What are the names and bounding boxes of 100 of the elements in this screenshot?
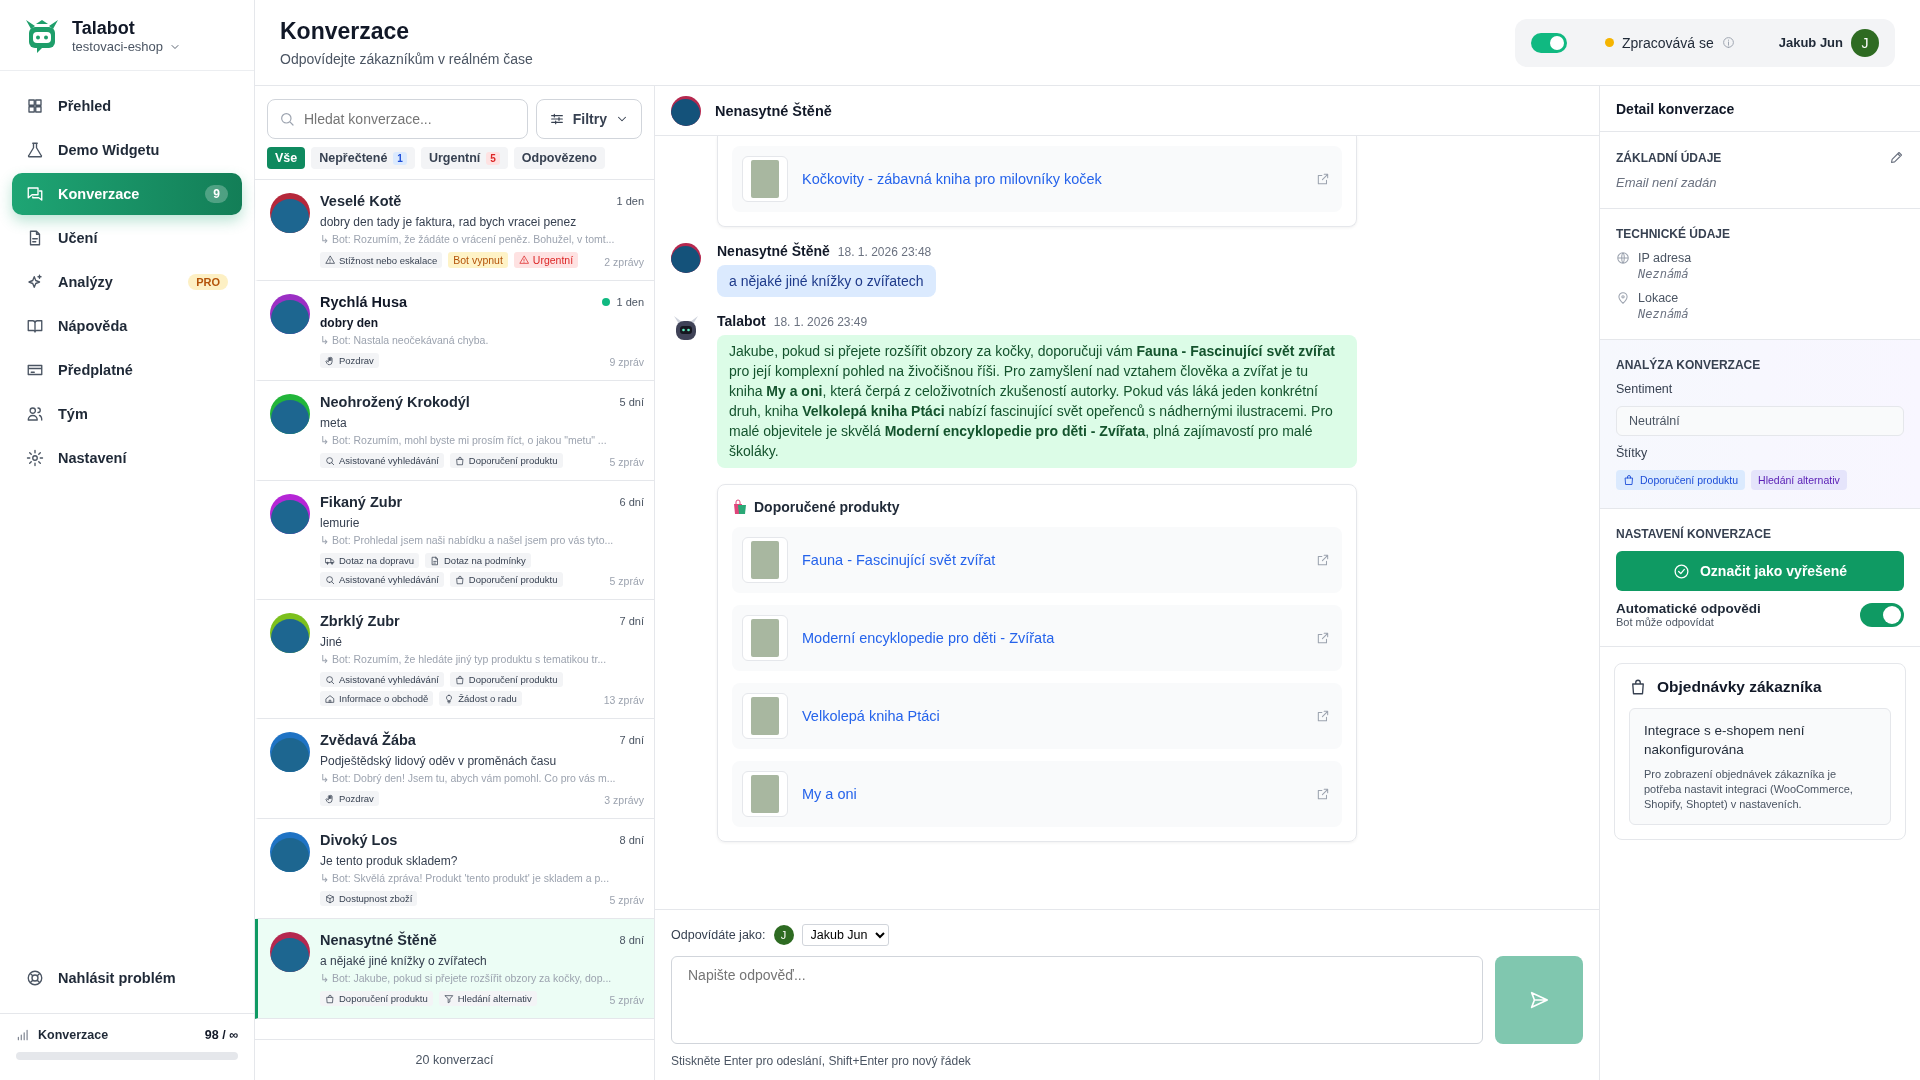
bot-message: Jakube, pokud si přejete rozšířit obzory za kočky, doporučuji vám Fauna - Fascinující svět zvířat pro její komplexní pohled na živočišnou říši. Pro zamyšlení nad vztahem člověka a zvířat je tu kniha My a oni, která čerpá z celoživotních zkušeností autorky. Pokud vás láká jeden konkrétní druh, kniha Velkolepá kniha Ptáci nabízí fascinující svět opeřenců s nádhernými ilustracemi. Pro malé objevitele je skvělá Moderní encyklopedie pro děti - Zvířata, plná zajímavostí pro malé školáky. [717,335,1357,468]
tag: Dotaz na podmínky [425,553,531,568]
product-link[interactable]: Velkolepá kniha Ptáci [802,708,1302,724]
nav-item[interactable]: Demo Widgetu [12,129,242,171]
nav-item[interactable]: Nastavení [12,437,242,479]
nav-item[interactable]: Analýzy PRO [12,261,242,303]
section-heading: ANALÝZA KONVERZACE [1616,358,1761,372]
products-title: Doporučené produkty [754,499,900,515]
message-preview: a nějaké jiné knížky o zvířatech [320,954,488,968]
send-icon [1528,989,1550,1011]
filter-tab[interactable]: Nepřečtené 1 [311,147,415,169]
bot-reply-preview: ↳ Bot: Rozumím, že hledáte jiný typ produktu s tematikou tr... [320,653,608,665]
nav-item[interactable]: Nápověda [12,305,242,347]
message-count: 5 zpráv [609,894,644,906]
setting-description: Bot může odpovídat [1616,616,1715,628]
resolve-button[interactable]: Označit jako vyřešené [1616,551,1904,591]
chat-bubbles-icon [26,185,44,203]
field-value: Neznámá [1638,307,1689,321]
tag: Dostupnost zboží [320,891,418,906]
message-count: 13 zpráv [603,694,644,706]
status-dot [1604,38,1614,47]
reply-input[interactable]: Napište odpověď... [671,956,1483,1044]
shopping-bag-icon [1629,678,1647,696]
tag: Žádost o radu [439,691,522,706]
message-count: 2 zprávy [604,256,644,268]
field-label: IP adresa [1638,251,1692,265]
book-cover-placeholder [742,771,788,817]
edit-button[interactable] [1889,150,1904,165]
tag: Stížnost nebo eskalace [320,252,443,268]
search-icon [325,574,335,585]
truck-icon [325,555,335,566]
conversation-item[interactable]: Veselé Kotě 1 den dobry den tady je faktura, rad bych vracei penez ↳ Bot: Rozumím, že žádáte o vrácení peněz. Bohužel, v tomt... Stížnost nebo eskalace Bot vypnut Urgentní 2 zprávy [255,180,654,281]
settings-icon [26,449,44,467]
setting-label: Automatické odpovědi [1616,601,1761,616]
nav-item[interactable]: Konverzace 9 [12,173,242,215]
filter-icon [548,111,565,127]
conversation-time: 1 den [616,195,644,207]
tag: Doporučení produktu [1616,470,1746,490]
tag: Hledání alternativ [438,991,537,1006]
search-field[interactable]: Hledat konverzace... [267,99,528,139]
external-link-icon [1316,709,1330,723]
message-time: 18. 1. 2026 23:48 [837,245,932,259]
conversation-time: 5 dní [619,396,644,408]
bot-reply-preview: ↳ Bot: Rozumím, mohl byste mi prosím říct, o jakou "metu" ... [320,434,608,446]
book-cover-placeholder [742,537,788,583]
conversation-item[interactable]: Neohrožený Krokodýl 5 dní meta ↳ Bot: Rozumím, mohl byste mi prosím říct, o jakou "metu" ... Asistované vyhledávání Doporučení produktu 5 zpráv [255,381,654,481]
shopping-bag-icon [454,674,465,685]
customer-name: Neohrožený Krokodýl [320,394,471,410]
message-count: 5 zpráv [609,575,644,587]
message-author: Talabot [717,313,766,329]
filter-tab[interactable]: Vše [267,147,306,169]
count-badge: 9 [205,185,228,203]
conversation-item[interactable]: Rychlá Husa 1 den dobry den ↳ Bot: Nastala neočekávaná chyba. Pozdrav 9 zpráv [255,281,654,381]
nav-item[interactable]: Učení [12,217,242,259]
bot-reply-preview: ↳ Bot: Prohledal jsem naši nabídku a našel jsem pro vás tyto... [320,534,615,546]
funnel-icon [443,993,454,1004]
external-link-icon [1316,172,1330,186]
report-problem-link[interactable]: Nahlásit problém [12,957,242,999]
workspace-switcher[interactable]: testovaci-eshop [72,39,182,54]
sparkle-icon [26,273,44,291]
product-link[interactable]: My a oni [802,786,1302,802]
external-link-icon [1316,631,1330,645]
chat-customer-name: Nenasytné Štěně [715,102,832,119]
nav-item[interactable]: Předplatné [12,349,242,391]
conversation-item[interactable]: Nenasytné Štěně 8 dní a nějaké jiné knížky o zvířatech ↳ Bot: Jakube, pokud si přejete rozšířit obzory za kočky, dop... Doporučení produktu Hledání alternativ 5 zpráv [255,919,654,1019]
filter-tab[interactable]: Odpovězeno [513,147,605,169]
conversation-time: 7 dní [619,734,644,746]
nav-item[interactable]: Tým [12,393,242,435]
agent-select[interactable]: Jakub Jun [801,924,889,946]
message-preview: meta [320,416,348,430]
auto-reply-toggle[interactable] [1860,602,1904,627]
filter-tab[interactable]: Urgentní 5 [420,147,508,169]
bar-chart-icon [16,1028,30,1042]
nav-item[interactable]: Přehled [12,85,242,127]
panel-title: Detail konverzace [1616,100,1735,117]
product-link[interactable]: Kočkovity - zábavná kniha pro milovníky koček [802,171,1302,187]
tag: Urgentní [513,252,579,268]
user-avatar[interactable]: J [1851,28,1879,57]
field-value: Neznámá [1638,267,1690,281]
count-badge: 1 [393,151,407,165]
product-link[interactable]: Fauna - Fascinující svět zvířat [802,552,1302,568]
section-heading: NASTAVENÍ KONVERZACE [1616,527,1771,541]
product-link[interactable]: Moderní encyklopedie pro děti - Zvířata [802,630,1302,646]
conversation-item[interactable]: Fikaný Zubr 6 dní lemurie ↳ Bot: Prohledal jsem naši nabídku a našel jsem pro vás tyto... Dotaz na dopravu Dotaz na podmínky Asistované vyhledávání Doporučení produktu 5 zpráv [255,481,654,600]
filter-button[interactable]: Filtry [535,99,642,139]
email-value: Email není zadán [1616,175,1718,190]
tag: Bot vypnut [448,252,508,268]
conversation-item[interactable]: Zbrklý Zubr 7 dní Jiné ↳ Bot: Rozumím, že hledáte jiný typ produktu s tematikou tr... Asistované vyhledávání Doporučení produktu Informace o obchodě Žádost o radu 13 zpráv [255,600,654,719]
sentiment-field[interactable]: Neutrální [1616,406,1904,436]
tag: Doporučení produktu [449,672,563,687]
tag: Dotaz na dopravu [320,553,419,568]
tag: Informace o obchodě [320,691,434,706]
conversation-item[interactable]: Zvědavá Žába 7 dní Podještědský lidový oděv v proměnách času ↳ Bot: Dobrý den! Jsem tu, abych vám pomohl. Co pro vás m... Pozdrav 3 zprávy [255,719,654,819]
message-count: 3 zprávy [604,794,644,806]
conversation-time: 6 dní [619,496,644,508]
lifebuoy-icon [26,969,44,987]
live-toggle[interactable] [1530,32,1567,53]
message-time: 18. 1. 2026 23:49 [773,315,868,329]
customer-message: a nějaké jiné knížky o zvířatech [717,265,936,297]
tag: Doporučení produktu [320,991,433,1006]
